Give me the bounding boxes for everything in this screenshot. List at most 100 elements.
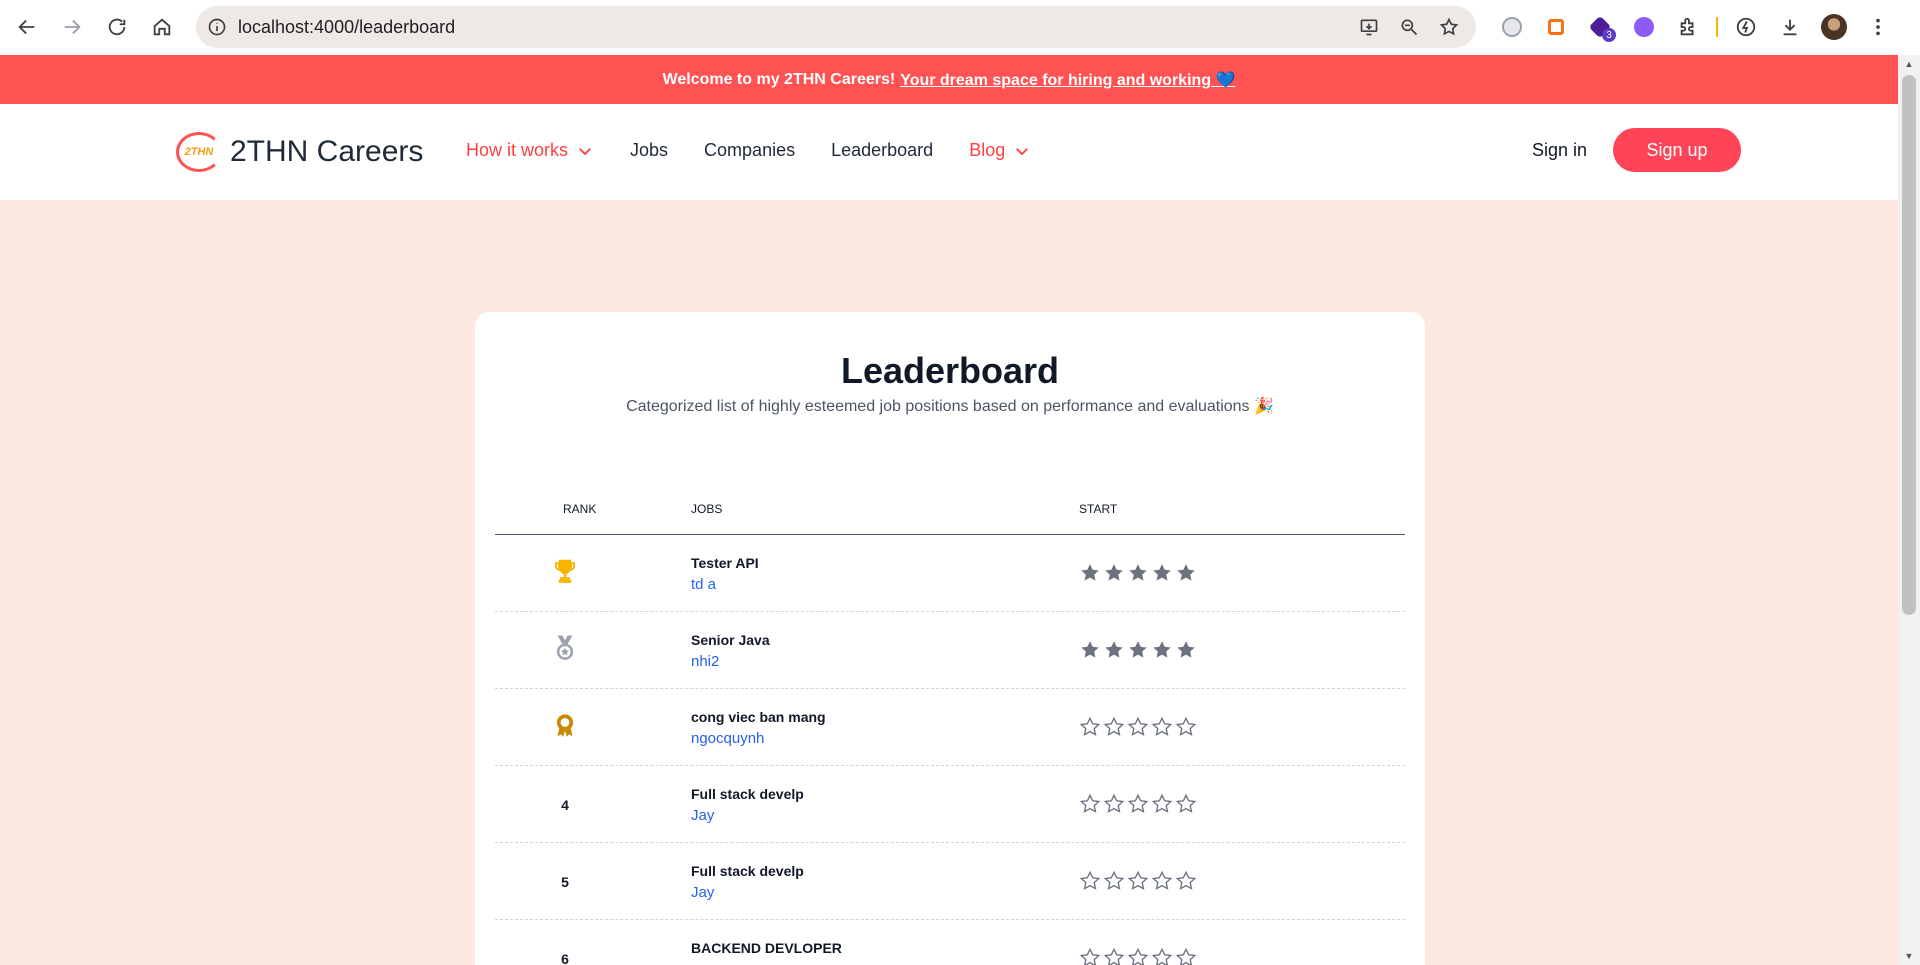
job-title[interactable]: Full stack develp — [691, 786, 804, 802]
nav-how-it-works-label: How it works — [466, 140, 569, 160]
downloads-icon[interactable] — [1768, 6, 1812, 48]
star-rating — [1079, 562, 1197, 584]
arrow-left-icon — [18, 19, 35, 35]
star-rating — [1079, 639, 1197, 661]
rank-cell: 5 — [545, 843, 585, 920]
star-empty-icon — [1103, 793, 1125, 813]
star-empty-icon — [1079, 793, 1101, 813]
extension-clock-icon[interactable] — [1490, 6, 1534, 48]
scroll-up-arrow-icon[interactable]: ▲ — [1898, 55, 1920, 73]
table-row[interactable]: Tester API td a — [495, 535, 1405, 612]
star-empty-icon — [1151, 793, 1173, 813]
zoom-icon[interactable] — [1394, 12, 1424, 42]
extension-graduation-icon[interactable]: 3 — [1578, 6, 1622, 48]
rank-number: 5 — [561, 873, 569, 890]
sign-up-button[interactable]: Sign up — [1613, 128, 1741, 172]
rank-cell: 6 — [545, 920, 585, 965]
star-filled-icon — [1153, 641, 1171, 658]
home-button[interactable] — [140, 5, 184, 49]
chevron-down-icon — [1016, 147, 1029, 155]
job-title[interactable]: cong viec ban mang — [691, 709, 826, 725]
home-icon — [153, 18, 171, 36]
job-title[interactable]: Tester API — [691, 555, 759, 571]
star-empty-icon — [1079, 870, 1101, 890]
rank-cell — [545, 612, 585, 689]
performance-icon[interactable] — [1724, 6, 1768, 48]
extension-egg-icon[interactable] — [1622, 6, 1666, 48]
sign-in-link[interactable]: Sign in — [1532, 140, 1587, 161]
star-empty-icon — [1079, 947, 1101, 965]
job-title[interactable]: Full stack develp — [691, 863, 804, 879]
star-empty-icon — [1175, 716, 1197, 736]
star-empty-icon — [1175, 947, 1197, 965]
page-scrollbar[interactable]: ▲ ▼ — [1898, 55, 1920, 965]
address-bar[interactable]: localhost:4000/leaderboard — [196, 6, 1476, 48]
rank-cell — [545, 535, 585, 612]
nav-how-it-works[interactable]: How it works — [466, 140, 594, 161]
nav-leaderboard[interactable]: Leaderboard — [831, 140, 933, 161]
job-cell: BACKEND DEVLOPER — [691, 940, 842, 961]
table-body: Tester API td a Senior Java nhi2 cong viec b… — [495, 535, 1405, 965]
install-app-icon[interactable] — [1354, 12, 1384, 42]
arrow-right-icon — [64, 19, 81, 35]
rank-number: 4 — [561, 796, 569, 813]
star-empty-icon — [1103, 716, 1125, 736]
star-empty-icon — [1151, 947, 1173, 965]
scroll-down-arrow-icon[interactable]: ▼ — [1898, 947, 1920, 965]
star-empty-icon — [1103, 870, 1125, 890]
bookmark-star-icon[interactable] — [1434, 12, 1464, 42]
nav-companies[interactable]: Companies — [704, 140, 795, 161]
job-cell: cong viec ban mang ngocquynh — [691, 709, 826, 747]
forward-button[interactable] — [50, 5, 94, 49]
announcement-link-text: Your dream space for hiring and working — [900, 71, 1212, 89]
scrollbar-thumb[interactable] — [1902, 75, 1916, 615]
table-row[interactable]: 5 Full stack develp Jay — [495, 843, 1405, 920]
job-title[interactable]: Senior Java — [691, 632, 770, 648]
star-empty-icon — [1127, 716, 1149, 736]
star-rating — [1079, 870, 1197, 892]
job-cell: Full stack develp Jay — [691, 786, 804, 824]
extension-tree-icon[interactable] — [1534, 6, 1578, 48]
logo-mark: 2THN — [176, 132, 222, 172]
table-row[interactable]: Senior Java nhi2 — [495, 612, 1405, 689]
job-cell: Senior Java nhi2 — [691, 632, 770, 670]
star-empty-icon — [1127, 947, 1149, 965]
heart-icon: 💙 — [1215, 71, 1236, 89]
back-button[interactable] — [5, 5, 49, 49]
announcement-link[interactable]: Your dream space for hiring and working … — [900, 70, 1235, 90]
column-start: START — [1079, 502, 1118, 516]
table-row[interactable]: cong viec ban mang ngocquynh — [495, 689, 1405, 766]
company-link[interactable]: ngocquynh — [691, 730, 826, 747]
star-empty-icon — [1079, 716, 1101, 736]
url-text[interactable]: localhost:4000/leaderboard — [238, 17, 455, 38]
browser-menu-icon[interactable] — [1856, 6, 1900, 48]
table-row[interactable]: 4 Full stack develp Jay — [495, 766, 1405, 843]
star-empty-icon — [1175, 870, 1197, 890]
company-link[interactable]: Jay — [691, 884, 804, 901]
star-rating — [1079, 716, 1197, 738]
nav-blog[interactable]: Blog — [969, 140, 1031, 161]
company-link[interactable]: Jay — [691, 807, 804, 824]
profile-avatar[interactable] — [1812, 6, 1856, 48]
main-nav: How it works Jobs Companies Leaderboard … — [466, 140, 1031, 161]
table-header: RANK JOBS START — [495, 502, 1405, 535]
site-info-icon[interactable] — [196, 6, 238, 48]
announcement-text: to my 2THN Careers! — [732, 70, 896, 88]
star-rating — [1079, 947, 1197, 965]
nav-jobs[interactable]: Jobs — [630, 140, 668, 161]
star-filled-icon — [1129, 641, 1147, 658]
silver-medal-icon — [550, 633, 580, 668]
site-logo[interactable]: 2THN 2THN Careers — [176, 132, 423, 172]
extensions-puzzle-icon[interactable] — [1666, 6, 1710, 48]
job-title[interactable]: BACKEND DEVLOPER — [691, 940, 842, 956]
trophy-icon — [550, 556, 580, 591]
bronze-medal-icon — [550, 710, 580, 745]
company-link[interactable]: nhi2 — [691, 653, 770, 670]
page-title: Leaderboard — [840, 350, 1060, 391]
star-empty-icon — [1151, 870, 1173, 890]
reload-button[interactable] — [95, 5, 139, 49]
extension-badge: 3 — [1602, 28, 1616, 42]
table-row[interactable]: 6 BACKEND DEVLOPER — [495, 920, 1405, 965]
chevron-down-icon — [579, 147, 591, 155]
company-link[interactable]: td a — [691, 576, 759, 593]
